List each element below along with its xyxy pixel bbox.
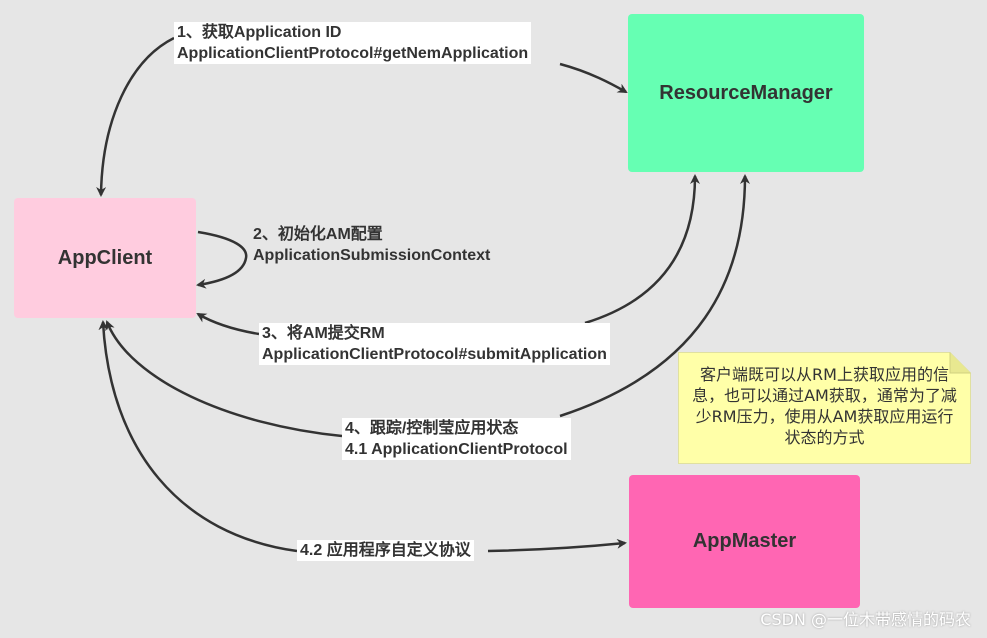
app-client-node: AppClient: [14, 198, 196, 318]
edge-label-custom-protocol: 4.2 应用程序自定义协议: [297, 540, 474, 561]
arrow-get-app-id-to-rm: [559, 62, 628, 94]
resource-manager-node: ResourceManager: [628, 14, 864, 172]
diagram-canvas: ResourceManager AppClient AppMaster 1、获取…: [0, 0, 987, 638]
sticky-note-text: 客户端既可以从RM上获取应用的信息，也可以通过AM获取，通常为了减少RM压力，使…: [692, 365, 957, 447]
edge-label-track-status: 4、跟踪/控制莹应用状态 4.1 ApplicationClientProtoc…: [342, 418, 571, 460]
app-master-node: AppMaster: [629, 475, 860, 608]
app-client-label: AppClient: [57, 246, 153, 269]
edge-label-init-am-line1: 2、初始化AM配置: [253, 226, 383, 243]
edge-label-get-app-id-line2: ApplicationClientProtocol#getNemApplicat…: [177, 45, 529, 62]
edge-label-submit-am-line2: ApplicationClientProtocol#submitApplicat…: [262, 346, 607, 363]
edge-label-submit-am: 3、将AM提交RM ApplicationClientProtocol#subm…: [259, 323, 610, 365]
arrow-submit-to-client: [196, 312, 260, 336]
edge-label-submit-am-line1: 3、将AM提交RM: [262, 325, 385, 342]
edge-label-custom-protocol-line1: 4.2 应用程序自定义协议: [300, 542, 471, 559]
edge-label-init-am: 2、初始化AM配置 ApplicationSubmissionContext: [250, 224, 493, 266]
edge-label-track-status-line1: 4、跟踪/控制莹应用状态: [345, 420, 519, 437]
edge-label-track-status-line2: 4.1 ApplicationClientProtocol: [345, 441, 568, 458]
arrow-submit-to-rm: [584, 174, 700, 325]
app-master-label: AppMaster: [692, 530, 797, 552]
edge-label-init-am-line2: ApplicationSubmissionContext: [253, 247, 491, 264]
watermark: CSDN @一位木带感情的码农: [760, 610, 971, 629]
resource-manager-label: ResourceManager: [659, 81, 833, 104]
sticky-note: 客户端既可以从RM上获取应用的信息，也可以通过AM获取，通常为了减少RM压力，使…: [678, 352, 971, 464]
arrow-init-am-loop: [196, 230, 248, 289]
edge-label-get-app-id: 1、获取Application ID ApplicationClientProt…: [174, 22, 532, 64]
arrow-custom-to-master: [487, 538, 627, 553]
edge-label-get-app-id-line1: 1、获取Application ID: [177, 24, 342, 41]
arrow-get-app-id-to-client: [96, 36, 175, 197]
